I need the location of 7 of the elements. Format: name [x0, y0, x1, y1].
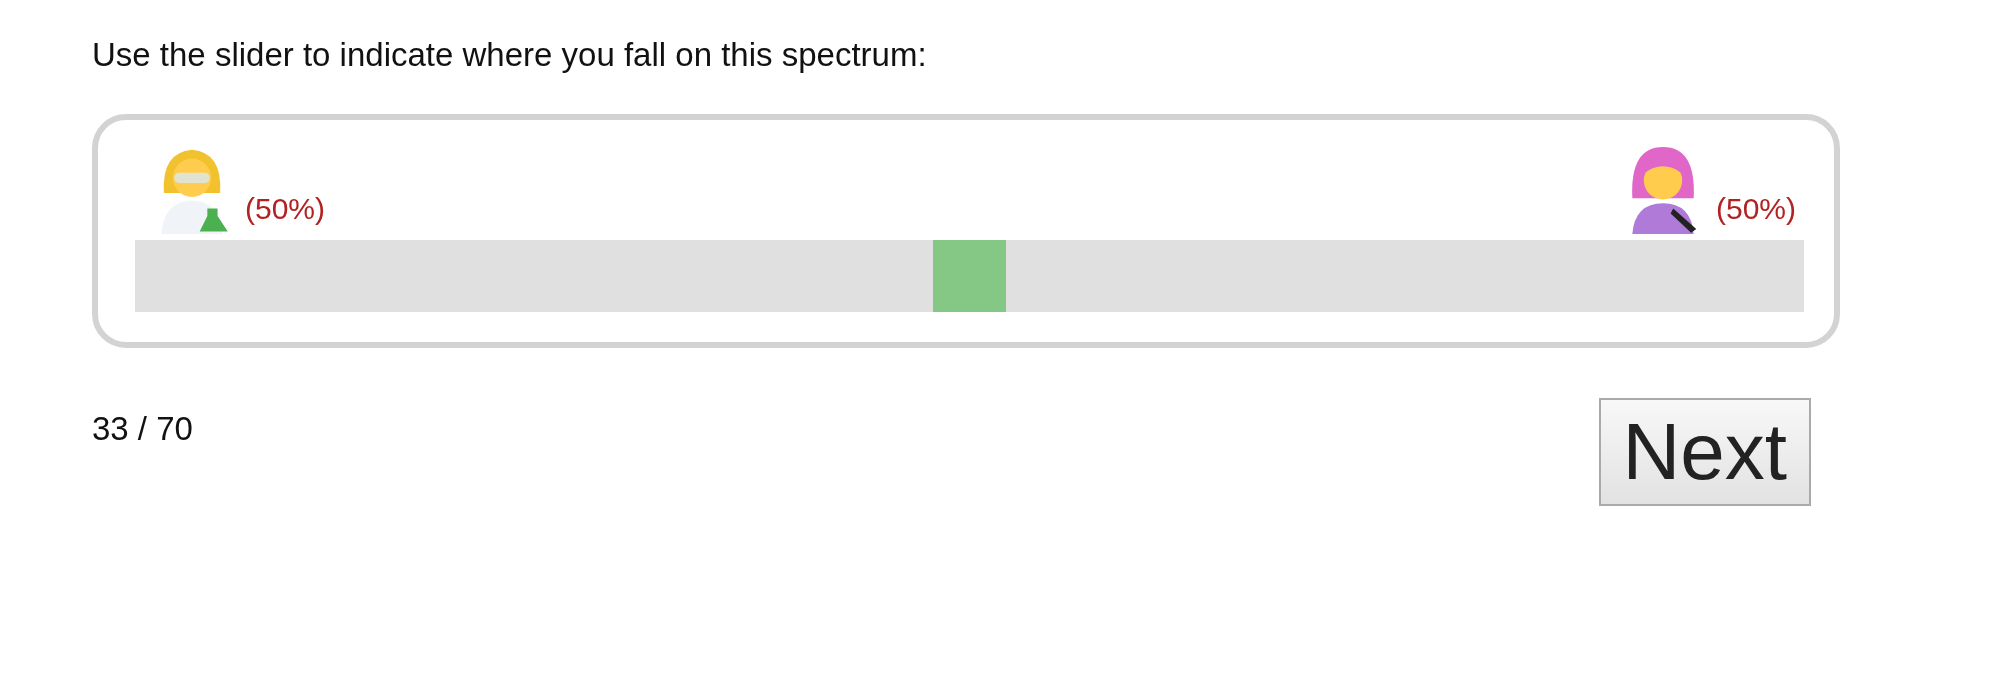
percentage-label: (50%)	[1715, 192, 1796, 227]
next-button[interactable]: Next	[1598, 398, 1811, 506]
progress-counter: 33 / 70	[92, 410, 193, 448]
percentage-label: (50%)	[245, 192, 326, 227]
slider-thumb[interactable]	[933, 240, 1006, 312]
question-text: Use the slider to indicate where you fall on this spectrum:	[92, 36, 928, 74]
slider-track[interactable]	[135, 240, 1804, 312]
